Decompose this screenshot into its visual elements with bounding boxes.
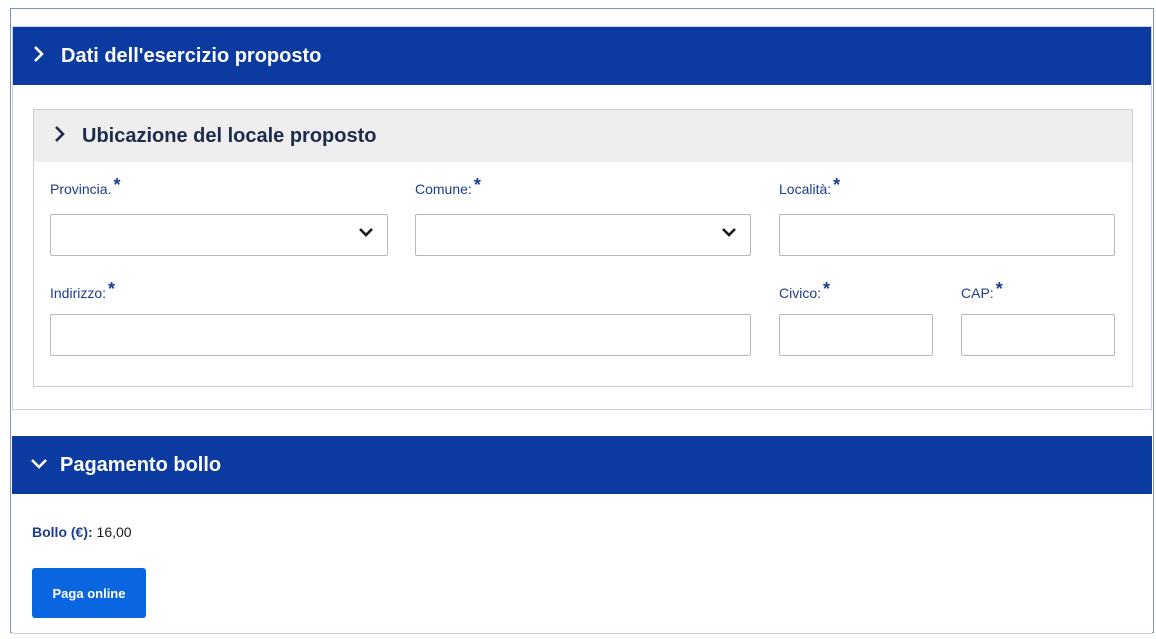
required-marker: *: [995, 279, 1003, 299]
required-marker: *: [108, 279, 116, 299]
chevron-down-icon: [359, 228, 373, 237]
indirizzo-label-text: Indirizzo:: [50, 285, 107, 301]
subsection-ubicazione: Ubicazione del locale proposto Provincia…: [33, 109, 1133, 387]
required-marker: *: [113, 175, 121, 195]
section-dati-esercizio: Dati dell'esercizio proposto Ubicazione …: [12, 26, 1152, 410]
comune-label: Comune: *: [415, 175, 481, 199]
bollo-label: Bollo (€):: [32, 524, 93, 540]
chevron-right-icon: [31, 45, 53, 67]
chevron-down-icon: [30, 454, 52, 476]
localita-input[interactable]: [779, 214, 1115, 256]
section-title: Pagamento bollo: [60, 453, 222, 476]
bollo-value: 16,00: [96, 524, 132, 540]
cap-input[interactable]: [961, 314, 1115, 356]
cap-label: CAP: *: [961, 279, 1003, 303]
provincia-select[interactable]: [50, 214, 388, 256]
required-marker: *: [823, 279, 831, 299]
required-marker: *: [833, 175, 841, 195]
chevron-right-icon: [52, 125, 74, 147]
indirizzo-input[interactable]: [50, 314, 751, 356]
civico-input[interactable]: [779, 314, 933, 356]
civico-label-text: Civico:: [779, 285, 822, 301]
subsection-title: Ubicazione del locale proposto: [82, 124, 377, 147]
chevron-down-icon: [722, 228, 736, 237]
localita-label-text: Località:: [779, 181, 832, 197]
indirizzo-label: Indirizzo: *: [50, 279, 116, 303]
cap-label-text: CAP:: [961, 285, 994, 301]
section-pagamento-bollo: Pagamento bollo Bollo (€): 16,00 Paga on…: [12, 436, 1152, 634]
civico-label: Civico: *: [779, 279, 831, 303]
provincia-label-text: Provincia.: [50, 181, 112, 197]
paga-online-button[interactable]: Paga online: [32, 568, 146, 618]
subsection-ubicazione-header[interactable]: Ubicazione del locale proposto: [34, 110, 1132, 162]
section-pagamento-bollo-header[interactable]: Pagamento bollo: [12, 436, 1152, 494]
section-title: Dati dell'esercizio proposto: [61, 44, 322, 67]
comune-label-text: Comune:: [415, 181, 472, 197]
section-dati-esercizio-header[interactable]: Dati dell'esercizio proposto: [13, 27, 1151, 85]
provincia-label: Provincia. *: [50, 175, 121, 199]
bollo-amount: Bollo (€): 16,00: [32, 524, 132, 540]
localita-label: Località: *: [779, 175, 841, 199]
required-marker: *: [473, 175, 481, 195]
comune-select[interactable]: [415, 214, 751, 256]
